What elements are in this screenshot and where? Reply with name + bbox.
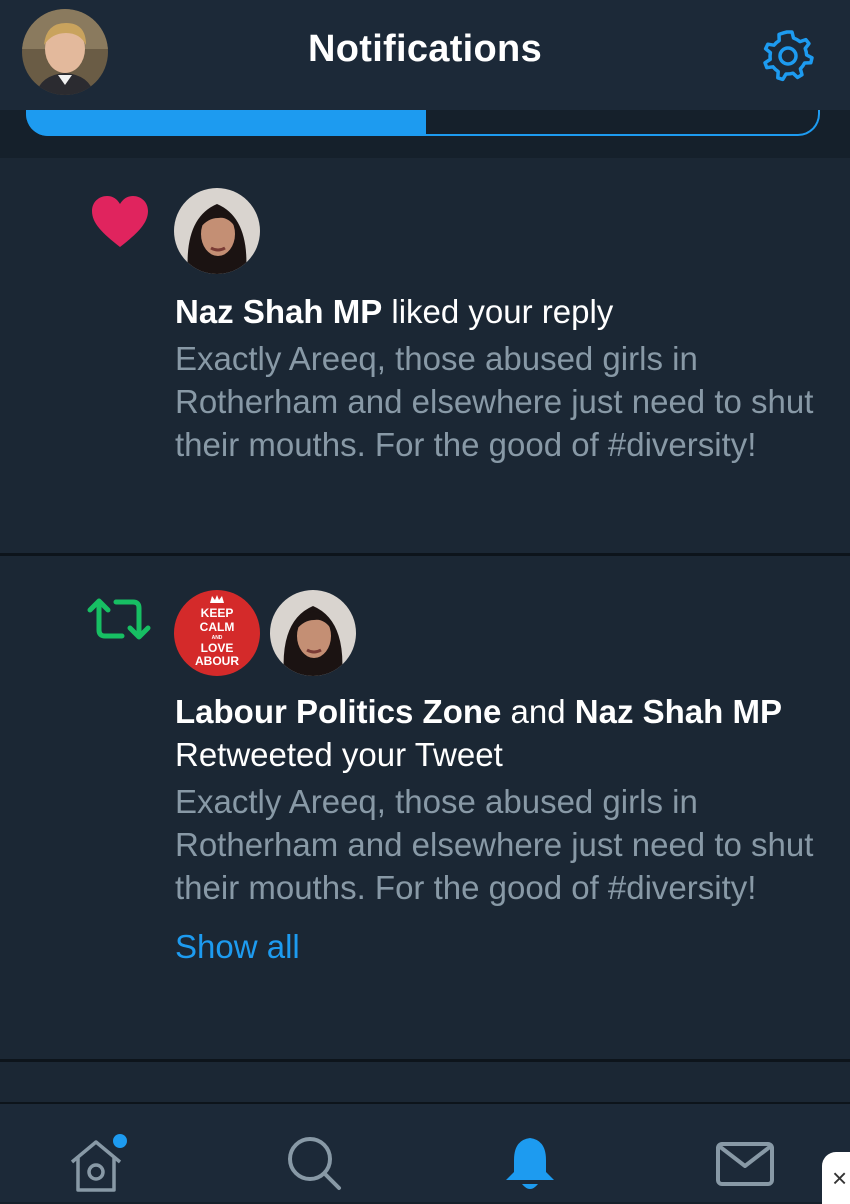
search-icon[interactable]: [285, 1132, 345, 1192]
notification-headline: Labour Politics Zone and Naz Shah MP Ret…: [175, 690, 835, 776]
logo-text: KEEP: [200, 606, 234, 620]
notifications-tab-bar: [0, 110, 850, 156]
home-icon[interactable]: [66, 1132, 127, 1192]
action-text: Retweeted your Tweet: [175, 736, 503, 773]
avatar[interactable]: [174, 188, 260, 274]
retweet-icon: [86, 596, 152, 642]
labour-politics-zone-avatar[interactable]: KEEP CALM AND LOVE ABOUR: [174, 590, 260, 676]
actor-name[interactable]: Naz Shah MP: [575, 693, 782, 730]
tweet-text: Exactly Areeq, those abused girls in Rot…: [175, 340, 814, 463]
notification-item[interactable]: KEEP CALM AND LOVE ABOUR Labour Politics…: [0, 556, 850, 1059]
heart-icon: [90, 195, 150, 249]
avatar[interactable]: [270, 590, 356, 676]
tab-all[interactable]: [26, 110, 426, 136]
tweet-text: Exactly Areeq, those abused girls in Rot…: [175, 783, 814, 906]
gear-icon[interactable]: [758, 26, 816, 84]
action-text: liked your reply: [382, 293, 614, 330]
actor-name[interactable]: Labour Politics Zone: [175, 693, 501, 730]
bottom-nav: [0, 1102, 850, 1202]
notification-item[interactable]: Naz Shah MP liked your reply Exactly Are…: [0, 158, 850, 553]
notification-item[interactable]: [0, 1062, 850, 1102]
close-icon[interactable]: ×: [822, 1152, 850, 1204]
joiner-text: and: [501, 693, 575, 730]
notification-headline: Naz Shah MP liked your reply: [175, 290, 835, 333]
bell-icon[interactable]: [500, 1132, 560, 1192]
actor-name[interactable]: Naz Shah MP: [175, 293, 382, 330]
logo-text: ABOUR: [195, 654, 239, 668]
show-all-link[interactable]: Show all: [175, 925, 835, 968]
page-title: Notifications: [307, 28, 542, 70]
mail-icon[interactable]: [714, 1132, 774, 1192]
logo-text: CALM: [199, 620, 235, 634]
top-bar: Notifications: [0, 0, 850, 110]
